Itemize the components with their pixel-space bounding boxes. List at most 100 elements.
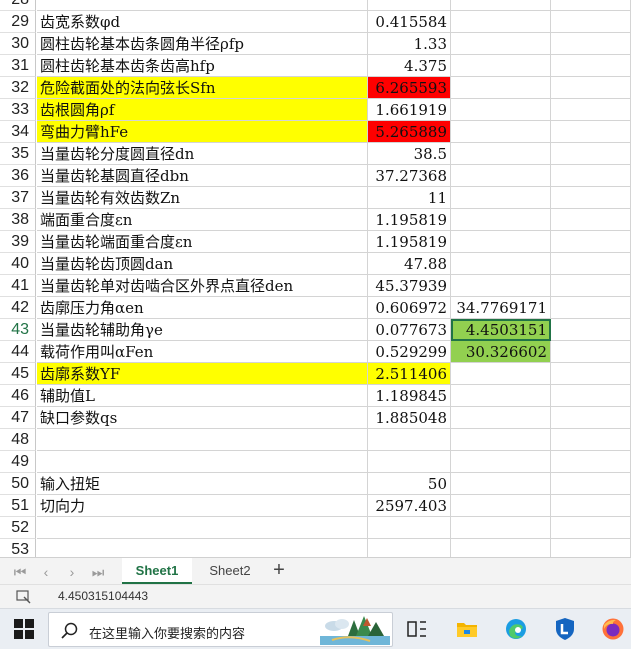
cell-label[interactable]: 输入扭矩 bbox=[37, 473, 368, 495]
firefox-browser-icon[interactable] bbox=[601, 617, 625, 641]
first-sheet-icon[interactable]: ⏮ bbox=[10, 562, 30, 582]
row-header[interactable]: 37 bbox=[0, 187, 36, 209]
cell-extra[interactable] bbox=[451, 451, 551, 473]
cell-empty[interactable] bbox=[551, 143, 631, 165]
cell-value[interactable]: 6.265593 bbox=[368, 77, 451, 99]
cell-extra[interactable] bbox=[451, 121, 551, 143]
cell-label[interactable]: 圆柱齿轮基本齿条齿高hfp bbox=[37, 55, 368, 77]
cell-value[interactable]: 1.661919 bbox=[368, 99, 451, 121]
selected-cell[interactable]: 4.4503151 bbox=[451, 319, 551, 341]
row-header[interactable]: 41 bbox=[0, 275, 36, 297]
cell-empty[interactable] bbox=[551, 121, 631, 143]
row-header[interactable]: 34 bbox=[0, 121, 36, 143]
last-sheet-icon[interactable]: ⏭ bbox=[88, 562, 108, 582]
row-header[interactable]: 50 bbox=[0, 473, 36, 495]
cell-empty[interactable] bbox=[551, 33, 631, 55]
cell-value[interactable] bbox=[368, 0, 451, 11]
cell-empty[interactable] bbox=[551, 253, 631, 275]
cell-empty[interactable] bbox=[551, 275, 631, 297]
cell-value[interactable]: 2597.403 bbox=[368, 495, 451, 517]
cell-empty[interactable] bbox=[551, 385, 631, 407]
cell-empty[interactable] bbox=[551, 165, 631, 187]
cell-empty[interactable] bbox=[551, 11, 631, 33]
cell-value[interactable]: 37.27368 bbox=[368, 165, 451, 187]
cell-label[interactable]: 当量齿轮齿顶圆dan bbox=[37, 253, 368, 275]
cell-extra[interactable] bbox=[451, 385, 551, 407]
cell-value[interactable] bbox=[368, 517, 451, 539]
row-header[interactable]: 51 bbox=[0, 495, 36, 517]
cell-empty[interactable] bbox=[551, 0, 631, 11]
cell-extra[interactable] bbox=[451, 165, 551, 187]
cell-empty[interactable] bbox=[551, 473, 631, 495]
cell-value[interactable]: 1.195819 bbox=[368, 231, 451, 253]
cell-empty[interactable] bbox=[551, 407, 631, 429]
cell-label[interactable] bbox=[37, 517, 368, 539]
row-header[interactable]: 29 bbox=[0, 11, 36, 33]
cell-label[interactable]: 当量齿轮辅助角γe bbox=[37, 319, 368, 341]
row-header[interactable]: 47 bbox=[0, 407, 36, 429]
row-header[interactable]: 40 bbox=[0, 253, 36, 275]
cell-label[interactable]: 端面重合度εn bbox=[37, 209, 368, 231]
cell-value[interactable] bbox=[368, 451, 451, 473]
cell-extra[interactable] bbox=[451, 77, 551, 99]
cell-empty[interactable] bbox=[551, 99, 631, 121]
row-header[interactable]: 39 bbox=[0, 231, 36, 253]
cell-value[interactable]: 0.529299 bbox=[368, 341, 451, 363]
cell-value[interactable] bbox=[368, 429, 451, 451]
cell-extra[interactable] bbox=[451, 143, 551, 165]
spreadsheet-grid[interactable]: 2829齿宽系数φd0.41558430圆柱齿轮基本齿条圆角半径ρfp1.333… bbox=[0, 0, 631, 557]
cell-extra[interactable] bbox=[451, 55, 551, 77]
cell-extra[interactable] bbox=[451, 33, 551, 55]
row-header[interactable]: 35 bbox=[0, 143, 36, 165]
row-header[interactable]: 30 bbox=[0, 33, 36, 55]
cell-empty[interactable] bbox=[551, 451, 631, 473]
row-header[interactable]: 28 bbox=[0, 0, 36, 11]
file-explorer-icon[interactable] bbox=[455, 617, 479, 641]
cell-empty[interactable] bbox=[551, 187, 631, 209]
cell-extra[interactable] bbox=[451, 363, 551, 385]
cell-label[interactable]: 辅助值L bbox=[37, 385, 368, 407]
cell-value[interactable]: 47.88 bbox=[368, 253, 451, 275]
cell-label[interactable]: 圆柱齿轮基本齿条圆角半径ρfp bbox=[37, 33, 368, 55]
cell-label[interactable]: 当量齿轮端面重合度εn bbox=[37, 231, 368, 253]
cell-label[interactable]: 齿宽系数φd bbox=[37, 11, 368, 33]
cell-value[interactable]: 0.606972 bbox=[368, 297, 451, 319]
cell-value[interactable]: 38.5 bbox=[368, 143, 451, 165]
cell-label[interactable]: 当量齿轮单对齿啮合区外界点直径den bbox=[37, 275, 368, 297]
cell-value[interactable] bbox=[368, 539, 451, 557]
row-header[interactable]: 45 bbox=[0, 363, 36, 385]
row-header[interactable]: 52 bbox=[0, 517, 36, 539]
cell-empty[interactable] bbox=[551, 297, 631, 319]
cell-empty[interactable] bbox=[551, 231, 631, 253]
cell-empty[interactable] bbox=[551, 495, 631, 517]
cell-extra[interactable] bbox=[451, 0, 551, 11]
task-view-icon[interactable] bbox=[405, 617, 429, 641]
row-header[interactable]: 43 bbox=[0, 319, 36, 341]
cell-empty[interactable] bbox=[551, 319, 631, 341]
cell-value[interactable]: 11 bbox=[368, 187, 451, 209]
row-header[interactable]: 48 bbox=[0, 429, 36, 451]
cell-label[interactable]: 齿廓压力角αen bbox=[37, 297, 368, 319]
cell-extra[interactable] bbox=[451, 407, 551, 429]
cell-empty[interactable] bbox=[551, 209, 631, 231]
row-header[interactable]: 38 bbox=[0, 209, 36, 231]
tab-sheet2[interactable]: Sheet2 bbox=[196, 558, 264, 585]
cell-extra[interactable] bbox=[451, 517, 551, 539]
cell-label[interactable]: 载荷作用叫αFen bbox=[37, 341, 368, 363]
cell-empty[interactable] bbox=[551, 341, 631, 363]
cell-extra[interactable]: 30.326602 bbox=[451, 341, 551, 363]
cell-label[interactable]: 齿根圆角ρf bbox=[37, 99, 368, 121]
cell-extra[interactable] bbox=[451, 231, 551, 253]
cell-empty[interactable] bbox=[551, 77, 631, 99]
cell-empty[interactable] bbox=[551, 55, 631, 77]
row-header[interactable]: 36 bbox=[0, 165, 36, 187]
row-header[interactable]: 32 bbox=[0, 77, 36, 99]
prev-sheet-icon[interactable]: ‹ bbox=[36, 562, 56, 582]
row-header[interactable]: 46 bbox=[0, 385, 36, 407]
cell-extra[interactable] bbox=[451, 99, 551, 121]
cell-label[interactable] bbox=[37, 451, 368, 473]
cell-extra[interactable]: 34.7769171 bbox=[451, 297, 551, 319]
cell-label[interactable]: 危险截面处的法向弦长Sfn bbox=[37, 77, 368, 99]
cell-label[interactable] bbox=[37, 0, 368, 11]
cell-extra[interactable] bbox=[451, 473, 551, 495]
